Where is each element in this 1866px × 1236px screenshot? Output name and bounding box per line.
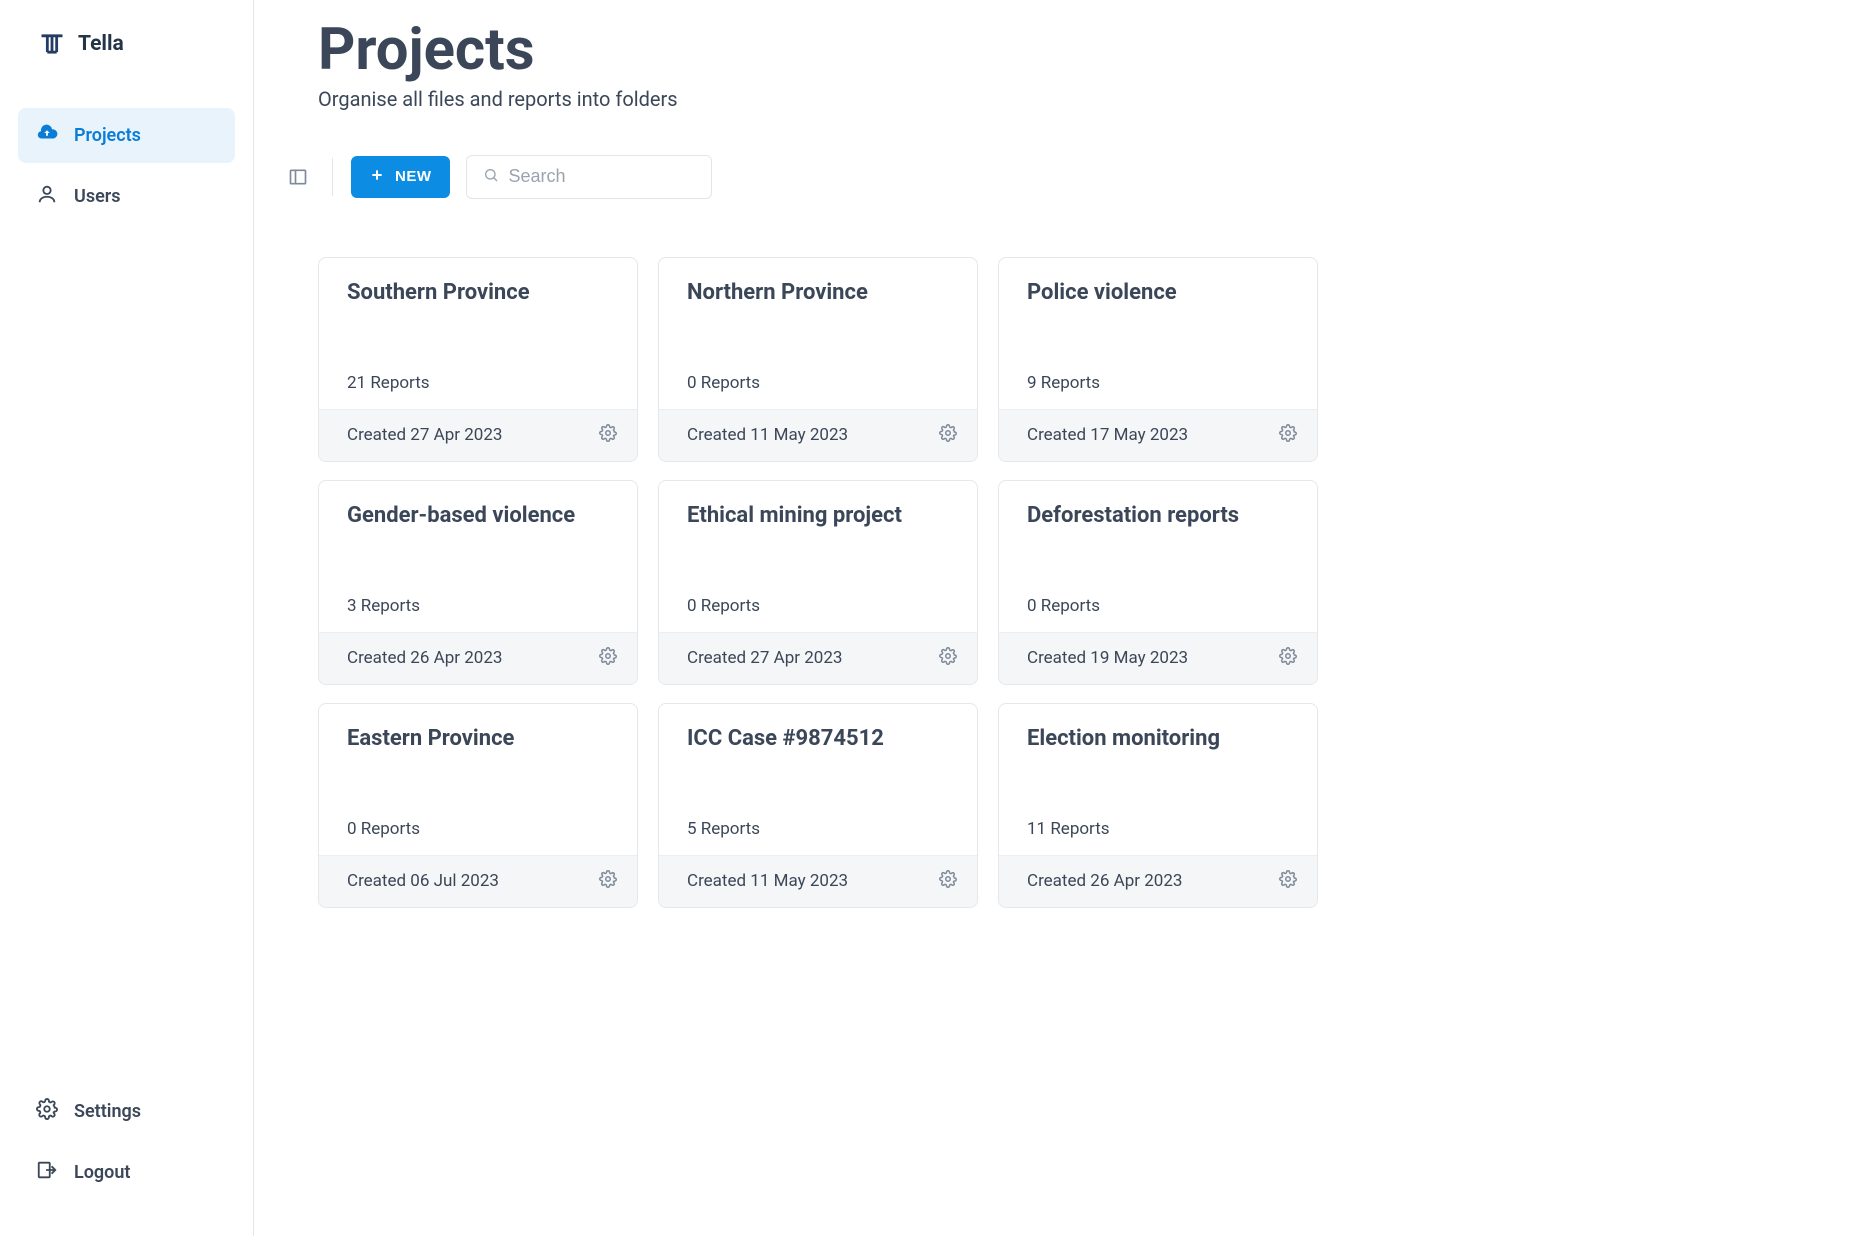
new-button-label: NEW [395, 168, 432, 185]
toolbar: NEW [318, 155, 1866, 199]
project-card-footer: Created 19 May 2023 [999, 632, 1317, 684]
project-title: ICC Case #9874512 [687, 726, 949, 752]
project-card-footer: Created 26 Apr 2023 [319, 632, 637, 684]
project-created-date: Created 06 Jul 2023 [347, 871, 499, 891]
brand-logo-icon [38, 30, 66, 58]
project-card-body: Ethical mining project 0 Reports [659, 481, 977, 632]
gear-icon[interactable] [1279, 870, 1297, 893]
sidebar-item-label: Logout [74, 1162, 130, 1183]
project-report-count: 0 Reports [1027, 596, 1289, 616]
project-card[interactable]: Northern Province 0 Reports Created 11 May… [658, 257, 978, 462]
project-card-footer: Created 27 Apr 2023 [659, 632, 977, 684]
project-title: Southern Province [347, 280, 609, 306]
sidebar-item-label: Settings [74, 1101, 141, 1122]
gear-icon[interactable] [1279, 647, 1297, 670]
project-card-body: Northern Province 0 Reports [659, 258, 977, 409]
gear-icon[interactable] [939, 870, 957, 893]
cloud-upload-icon [36, 122, 58, 149]
project-created-date: Created 11 May 2023 [687, 425, 848, 445]
nav-secondary: Settings Logout [0, 1084, 253, 1206]
gear-icon[interactable] [939, 647, 957, 670]
project-report-count: 0 Reports [687, 596, 949, 616]
search-field[interactable] [466, 155, 712, 199]
project-title: Eastern Province [347, 726, 609, 752]
project-report-count: 3 Reports [347, 596, 609, 616]
project-title: Deforestation reports [1027, 503, 1289, 529]
project-report-count: 21 Reports [347, 373, 609, 393]
gear-icon[interactable] [599, 647, 617, 670]
project-title: Police violence [1027, 280, 1289, 306]
project-card-body: Eastern Province 0 Reports [319, 704, 637, 855]
gear-icon[interactable] [599, 870, 617, 893]
sidebar-item-label: Users [74, 186, 121, 207]
sidebar-item-projects[interactable]: Projects [18, 108, 235, 163]
project-card-body: ICC Case #9874512 5 Reports [659, 704, 977, 855]
project-card-body: Southern Province 21 Reports [319, 258, 637, 409]
project-card-footer: Created 06 Jul 2023 [319, 855, 637, 907]
project-title: Election monitoring [1027, 726, 1289, 752]
project-card[interactable]: Deforestation reports 0 Reports Created 19… [998, 480, 1318, 685]
toolbar-divider [332, 158, 333, 196]
project-created-date: Created 27 Apr 2023 [347, 425, 502, 445]
project-card[interactable]: Southern Province 21 Reports Created 27 Ap… [318, 257, 638, 462]
project-report-count: 9 Reports [1027, 373, 1289, 393]
user-icon [36, 183, 58, 210]
gear-icon[interactable] [939, 424, 957, 447]
project-card-footer: Created 27 Apr 2023 [319, 409, 637, 461]
project-card-footer: Created 11 May 2023 [659, 855, 977, 907]
project-title: Ethical mining project [687, 503, 949, 529]
gear-icon[interactable] [1279, 424, 1297, 447]
project-card-footer: Created 11 May 2023 [659, 409, 977, 461]
project-card-body: Police violence 9 Reports [999, 258, 1317, 409]
project-report-count: 11 Reports [1027, 819, 1289, 839]
project-grid: Southern Province 21 Reports Created 27 Ap… [318, 257, 1866, 908]
logout-icon [36, 1159, 58, 1186]
project-card[interactable]: ICC Case #9874512 5 Reports Created 11 May… [658, 703, 978, 908]
sidebar: Tella Projects Users [0, 0, 254, 1236]
project-report-count: 5 Reports [687, 819, 949, 839]
project-created-date: Created 26 Apr 2023 [1027, 871, 1182, 891]
project-card[interactable]: Gender-based violence 3 Reports Created 26… [318, 480, 638, 685]
page-subtitle: Organise all files and reports into fold… [318, 87, 1866, 111]
sidebar-item-settings[interactable]: Settings [18, 1084, 235, 1139]
gear-icon [36, 1098, 58, 1125]
new-button[interactable]: NEW [351, 156, 450, 198]
project-card[interactable]: Eastern Province 0 Reports Created 06 Jul … [318, 703, 638, 908]
project-card[interactable]: Election monitoring 11 Reports Created 26 … [998, 703, 1318, 908]
project-created-date: Created 11 May 2023 [687, 871, 848, 891]
sidebar-item-users[interactable]: Users [18, 169, 235, 224]
page-title: Projects [318, 20, 1866, 81]
project-created-date: Created 26 Apr 2023 [347, 648, 502, 668]
brand-name: Tella [78, 32, 124, 56]
brand[interactable]: Tella [0, 30, 253, 108]
sidebar-item-label: Projects [74, 125, 141, 146]
sidebar-item-logout[interactable]: Logout [18, 1145, 235, 1200]
search-icon [483, 167, 499, 187]
project-report-count: 0 Reports [687, 373, 949, 393]
project-card[interactable]: Ethical mining project 0 Reports Created 2… [658, 480, 978, 685]
main-content: Projects Organise all files and reports … [254, 0, 1866, 1236]
project-created-date: Created 17 May 2023 [1027, 425, 1188, 445]
gear-icon[interactable] [599, 424, 617, 447]
panel-toggle-icon[interactable] [288, 167, 308, 187]
project-card-body: Deforestation reports 0 Reports [999, 481, 1317, 632]
project-created-date: Created 19 May 2023 [1027, 648, 1188, 668]
search-input[interactable] [509, 166, 695, 187]
project-card-body: Gender-based violence 3 Reports [319, 481, 637, 632]
project-report-count: 0 Reports [347, 819, 609, 839]
project-title: Gender-based violence [347, 503, 609, 529]
project-title: Northern Province [687, 280, 949, 306]
project-card[interactable]: Police violence 9 Reports Created 17 May 2… [998, 257, 1318, 462]
project-created-date: Created 27 Apr 2023 [687, 648, 842, 668]
project-card-body: Election monitoring 11 Reports [999, 704, 1317, 855]
project-card-footer: Created 17 May 2023 [999, 409, 1317, 461]
plus-icon [369, 167, 385, 187]
project-card-footer: Created 26 Apr 2023 [999, 855, 1317, 907]
nav-primary: Projects Users [0, 108, 253, 230]
